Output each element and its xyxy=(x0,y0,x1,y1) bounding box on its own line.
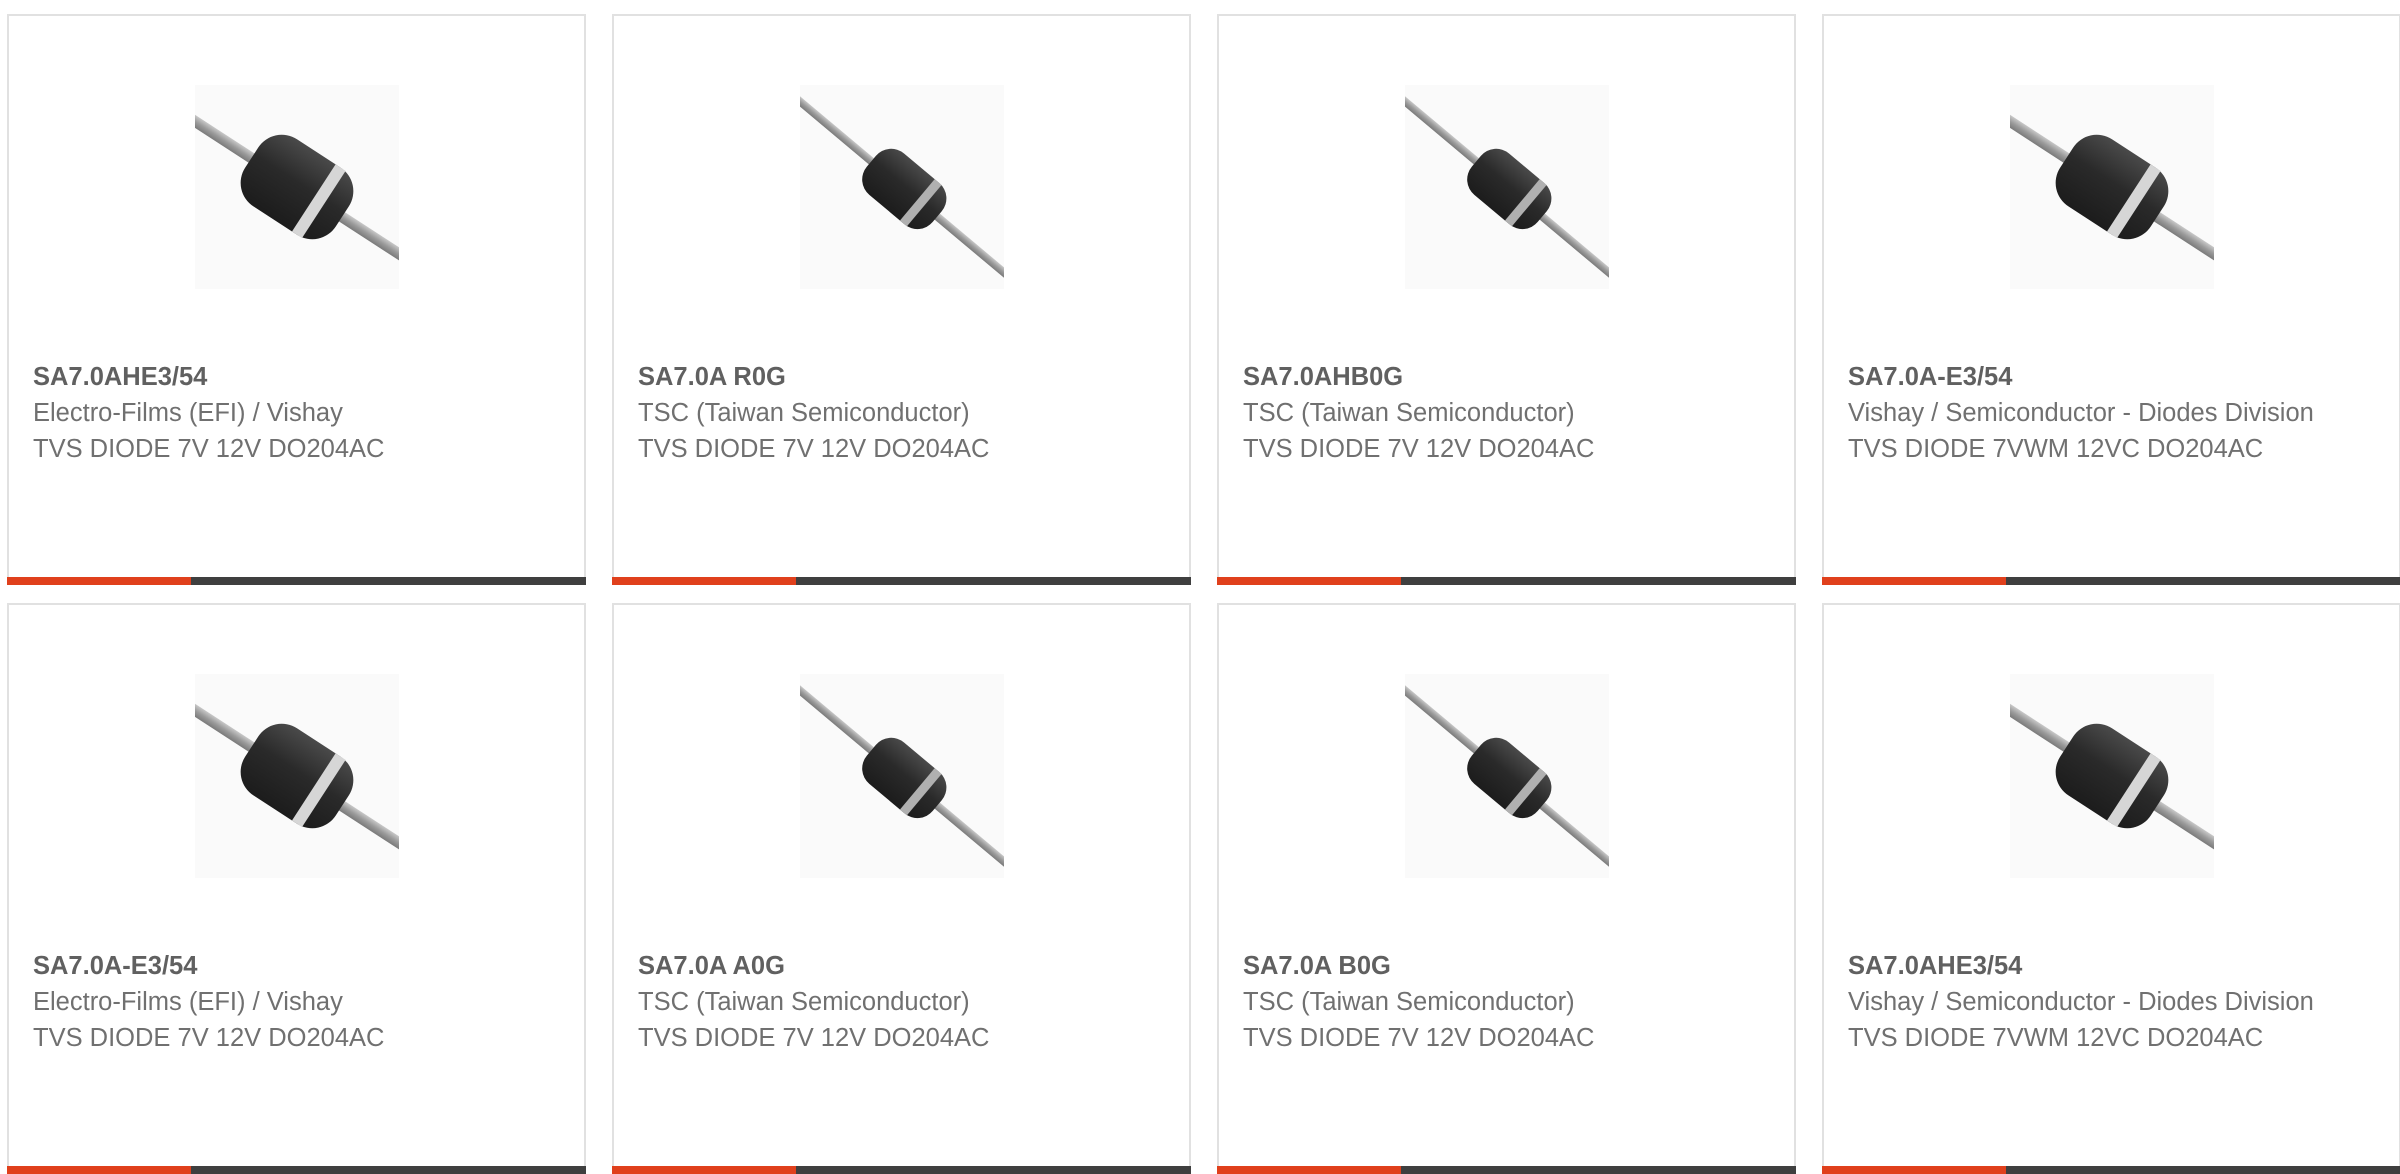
diode-do204ac-large-band-icon xyxy=(195,110,399,264)
manufacturer: Vishay / Semiconductor - Diodes Division xyxy=(1848,399,2314,427)
description: TVS DIODE 7V 12V DO204AC xyxy=(1243,435,1595,463)
diode-do204ac-small-band-icon xyxy=(1405,92,1609,282)
product-grid: SA7.0AHE3/54 Electro-Films (EFI) / Visha… xyxy=(7,14,2400,1174)
description: TVS DIODE 7VWM 12VC DO204AC xyxy=(1848,435,2264,463)
product-card[interactable]: SA7.0A B0G TSC (Taiwan Semiconductor) TV… xyxy=(1217,603,1796,1174)
manufacturer: TSC (Taiwan Semiconductor) xyxy=(1243,988,1575,1016)
diode-do204ac-small-band-icon xyxy=(800,681,1004,871)
part-number-link[interactable]: SA7.0A R0G xyxy=(638,359,1149,395)
manufacturer: Electro-Films (EFI) / Vishay xyxy=(33,988,343,1016)
part-number-link[interactable]: SA7.0A B0G xyxy=(1243,948,1754,984)
accent-bar xyxy=(1822,577,2006,585)
product-info: SA7.0A-E3/54 Electro-Films (EFI) / Visha… xyxy=(33,948,544,1056)
part-number-link[interactable]: SA7.0AHB0G xyxy=(1243,359,1754,395)
product-info: SA7.0A-E3/54 Vishay / Semiconductor - Di… xyxy=(1848,359,2359,467)
product-info: SA7.0AHE3/54 Electro-Films (EFI) / Visha… xyxy=(33,359,544,467)
card-footer-bar xyxy=(612,577,1191,585)
product-info: SA7.0AHE3/54 Vishay / Semiconductor - Di… xyxy=(1848,948,2359,1056)
product-info: SA7.0A B0G TSC (Taiwan Semiconductor) TV… xyxy=(1243,948,1754,1056)
accent-bar xyxy=(612,577,796,585)
description: TVS DIODE 7V 12V DO204AC xyxy=(33,1024,385,1052)
diode-do204ac-large-band-icon xyxy=(2010,699,2214,853)
diode-image xyxy=(2010,674,2214,878)
part-number-link[interactable]: SA7.0A A0G xyxy=(638,948,1149,984)
part-number-link[interactable]: SA7.0AHE3/54 xyxy=(33,359,544,395)
manufacturer: Vishay / Semiconductor - Diodes Division xyxy=(1848,988,2314,1016)
card-footer-bar xyxy=(1217,577,1796,585)
product-info: SA7.0A R0G TSC (Taiwan Semiconductor) TV… xyxy=(638,359,1149,467)
product-card[interactable]: SA7.0AHE3/54 Electro-Films (EFI) / Visha… xyxy=(7,14,586,585)
product-card[interactable]: SA7.0A-E3/54 Electro-Films (EFI) / Visha… xyxy=(7,603,586,1174)
description: TVS DIODE 7V 12V DO204AC xyxy=(638,1024,990,1052)
manufacturer: TSC (Taiwan Semiconductor) xyxy=(638,988,970,1016)
diode-image xyxy=(195,85,399,289)
part-number-link[interactable]: SA7.0AHE3/54 xyxy=(1848,948,2359,984)
description: TVS DIODE 7V 12V DO204AC xyxy=(1243,1024,1595,1052)
diode-image xyxy=(800,674,1004,878)
product-info: SA7.0AHB0G TSC (Taiwan Semiconductor) TV… xyxy=(1243,359,1754,467)
card-footer-bar xyxy=(1822,577,2400,585)
diode-do204ac-large-band-icon xyxy=(2010,110,2214,264)
product-card[interactable]: SA7.0A-E3/54 Vishay / Semiconductor - Di… xyxy=(1822,14,2400,585)
description: TVS DIODE 7VWM 12VC DO204AC xyxy=(1848,1024,2264,1052)
manufacturer: Electro-Films (EFI) / Vishay xyxy=(33,399,343,427)
description: TVS DIODE 7V 12V DO204AC xyxy=(638,435,990,463)
diode-do204ac-large-band-icon xyxy=(195,699,399,853)
product-info: SA7.0A A0G TSC (Taiwan Semiconductor) TV… xyxy=(638,948,1149,1056)
manufacturer: TSC (Taiwan Semiconductor) xyxy=(638,399,970,427)
part-number-link[interactable]: SA7.0A-E3/54 xyxy=(33,948,544,984)
diode-image xyxy=(1405,674,1609,878)
diode-image xyxy=(195,674,399,878)
accent-bar xyxy=(1217,577,1401,585)
diode-image xyxy=(800,85,1004,289)
product-card[interactable]: SA7.0AHE3/54 Vishay / Semiconductor - Di… xyxy=(1822,603,2400,1174)
description: TVS DIODE 7V 12V DO204AC xyxy=(33,435,385,463)
diode-image xyxy=(2010,85,2214,289)
diode-do204ac-small-band-icon xyxy=(1405,681,1609,871)
manufacturer: TSC (Taiwan Semiconductor) xyxy=(1243,399,1575,427)
diode-do204ac-small-band-icon xyxy=(800,92,1004,282)
product-card[interactable]: SA7.0A A0G TSC (Taiwan Semiconductor) TV… xyxy=(612,603,1191,1174)
diode-image xyxy=(1405,85,1609,289)
product-card[interactable]: SA7.0AHB0G TSC (Taiwan Semiconductor) TV… xyxy=(1217,14,1796,585)
card-footer-bar xyxy=(7,577,586,585)
accent-bar xyxy=(7,577,191,585)
part-number-link[interactable]: SA7.0A-E3/54 xyxy=(1848,359,2359,395)
product-card[interactable]: SA7.0A R0G TSC (Taiwan Semiconductor) TV… xyxy=(612,14,1191,585)
